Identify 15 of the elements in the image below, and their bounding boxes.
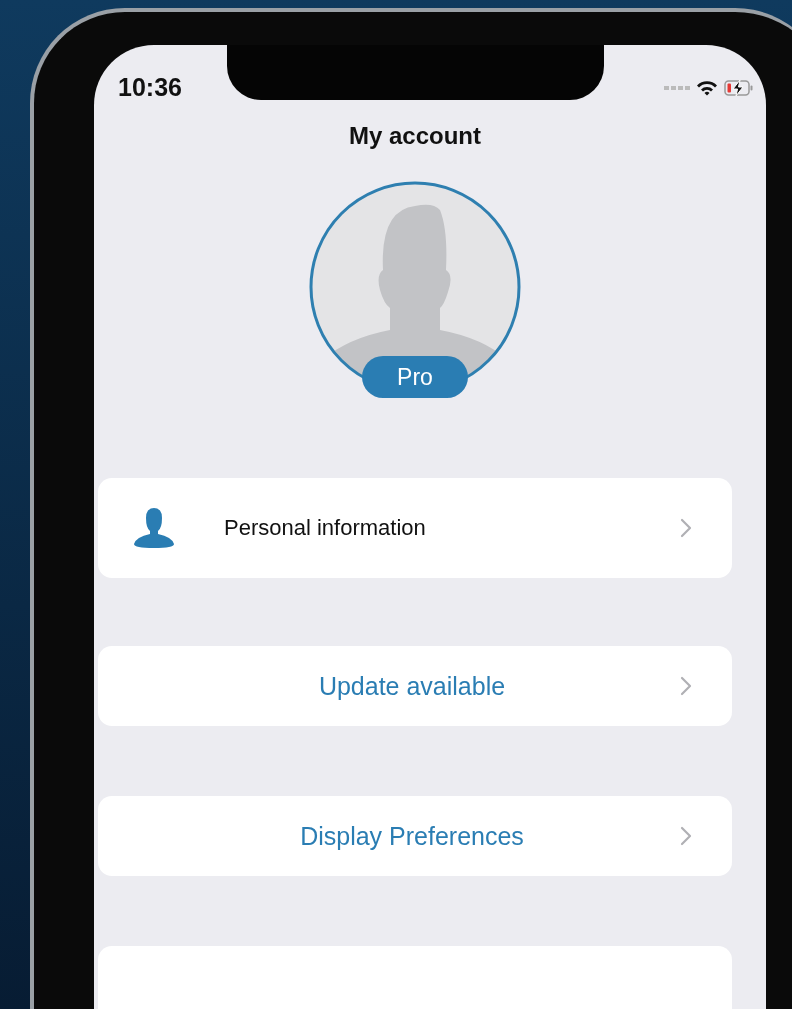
chevron-icon — [680, 826, 692, 846]
chevron-icon — [680, 676, 692, 696]
signal-icon — [664, 84, 690, 91]
row-label: Display Preferences — [299, 821, 525, 851]
menu-row[interactable]: Update available — [98, 646, 732, 726]
person-icon — [132, 506, 176, 550]
pro-badge: Pro — [362, 356, 468, 398]
menu-row[interactable]: Display Preferences — [98, 796, 732, 876]
row-label: Update available — [317, 671, 507, 701]
wifi-icon — [696, 79, 718, 96]
screen-title: My account — [348, 122, 482, 150]
chevron-icon — [680, 518, 692, 538]
menu-row[interactable]: Personal information — [98, 478, 732, 578]
status-time: 10:36 — [118, 73, 182, 102]
row-label: Personal information — [224, 515, 427, 541]
